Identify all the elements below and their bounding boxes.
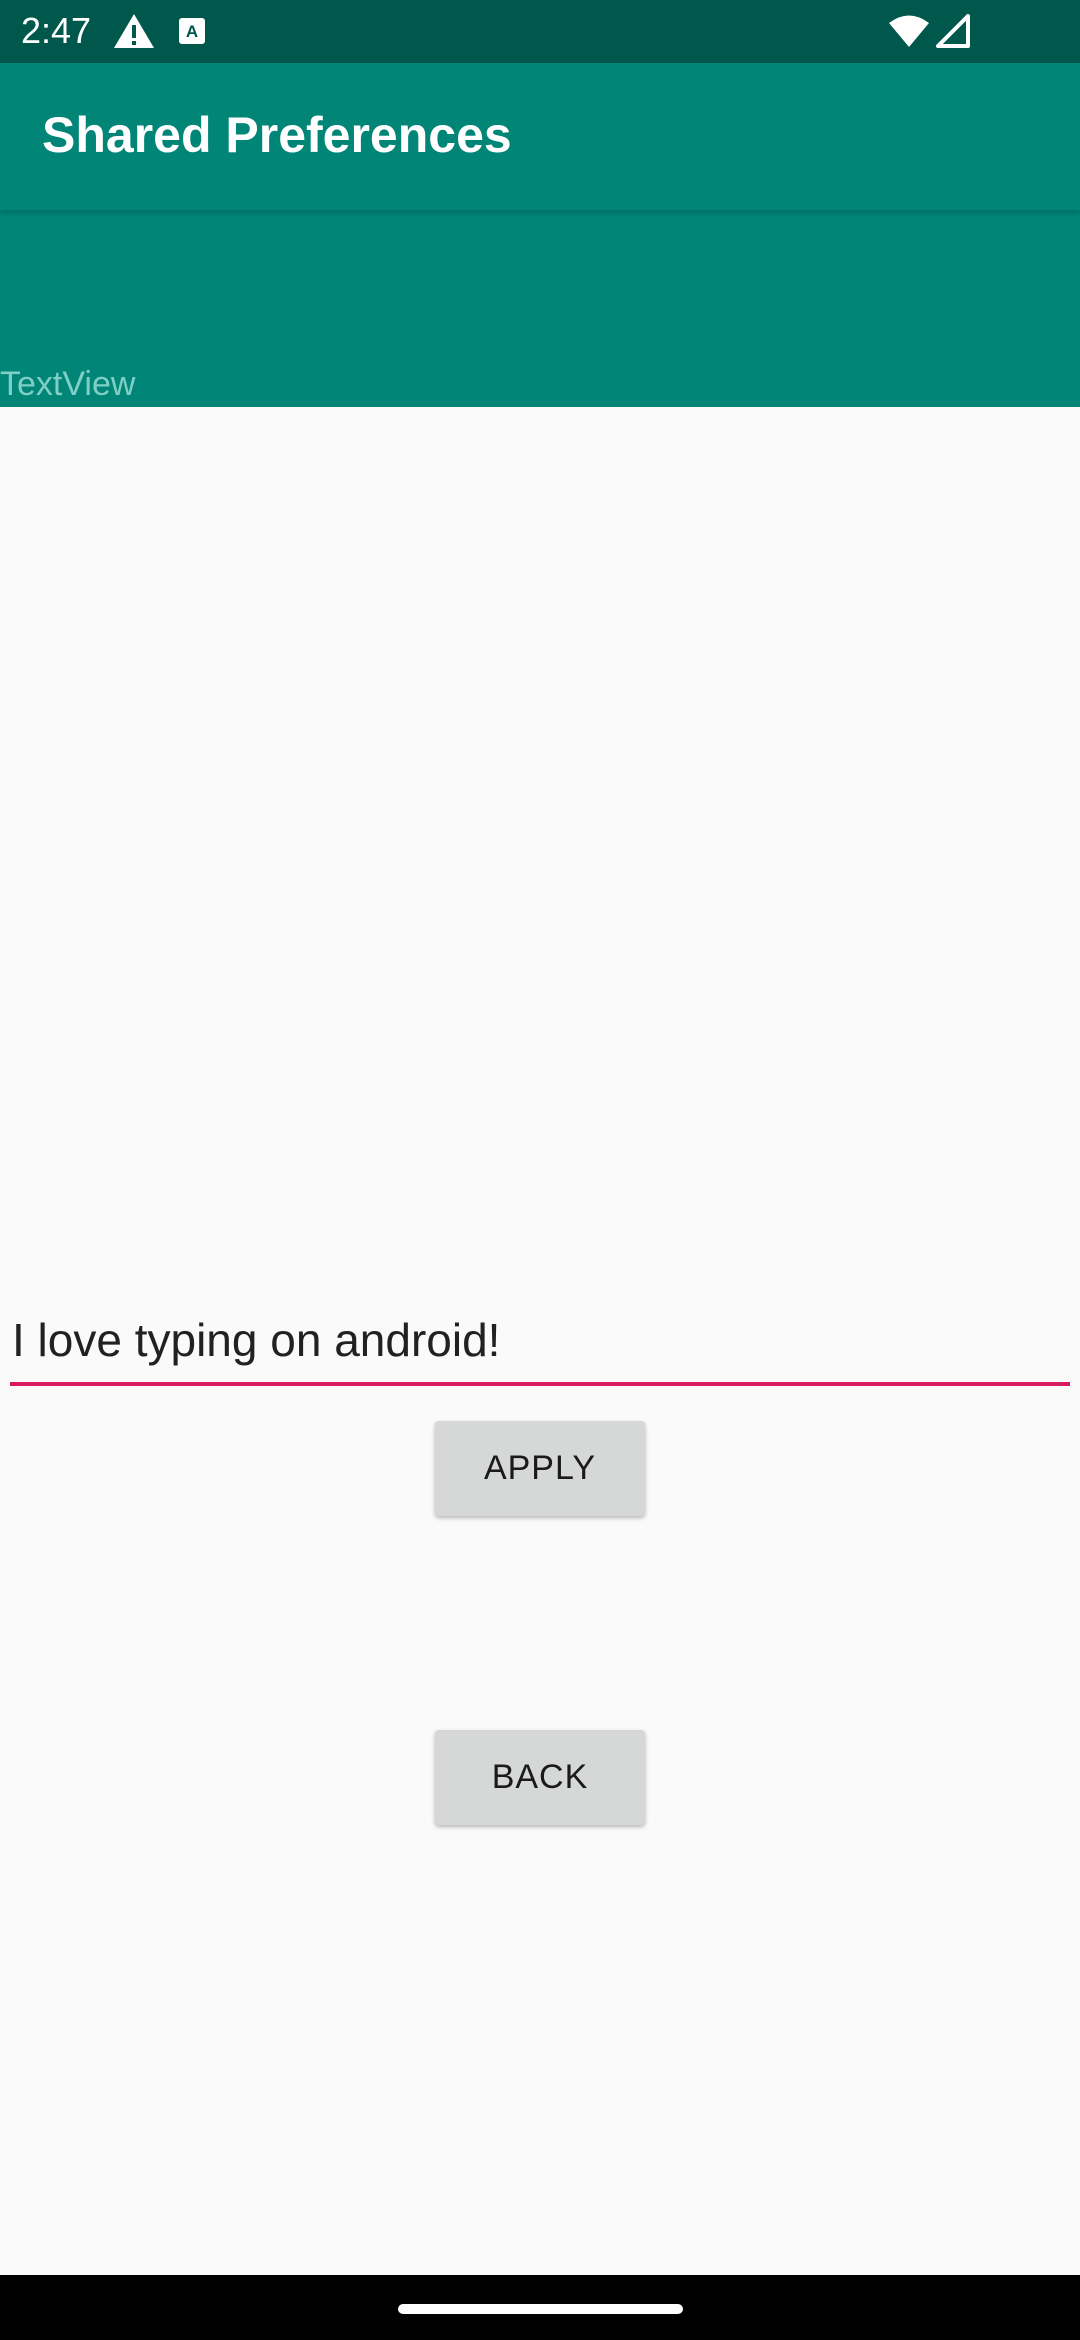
header-panel: TextView: [0, 210, 1080, 407]
text-input[interactable]: [10, 1300, 1072, 1380]
app-title: Shared Preferences: [42, 107, 512, 163]
navigation-bar: [0, 2275, 1080, 2340]
input-underline: [10, 1382, 1070, 1386]
wifi-icon: [888, 14, 930, 53]
back-button[interactable]: BACK: [435, 1730, 645, 1825]
home-gesture-handle[interactable]: [398, 2304, 683, 2314]
header-textview: TextView: [0, 365, 136, 403]
status-time: 2:47: [21, 10, 92, 51]
text-input-field[interactable]: [10, 1300, 1072, 1388]
keyboard-a-icon: A: [178, 17, 206, 50]
cellular-signal-icon: [936, 14, 970, 53]
app-bar: Shared Preferences: [0, 63, 1080, 210]
apply-button[interactable]: APPLY: [435, 1421, 645, 1516]
alert-icon: [112, 12, 156, 55]
status-bar: 2:47 A: [0, 0, 1080, 63]
svg-text:A: A: [186, 22, 198, 41]
